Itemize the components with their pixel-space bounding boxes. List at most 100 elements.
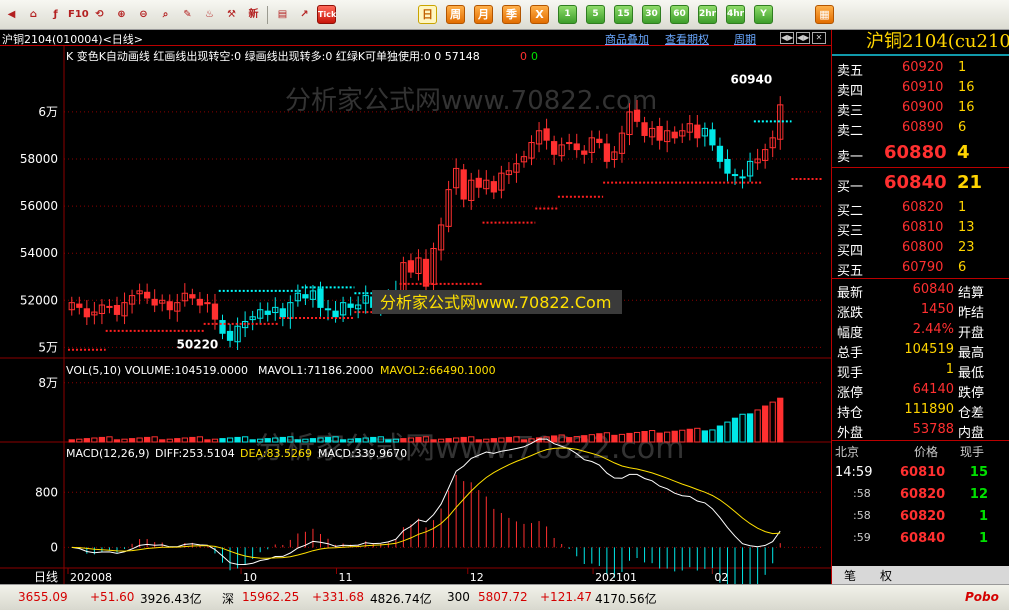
volume-bar [355,438,362,443]
period-link[interactable]: 周期 [734,31,756,47]
period-button-8[interactable]: 30 [642,5,661,24]
macd-tick-label: 800 [35,485,58,499]
tick-price: 60820 [900,487,946,502]
zoom-in-icon[interactable]: ⊕ [112,5,131,24]
zoom-out-icon[interactable]: ⊖ [134,5,153,24]
function-icon[interactable]: ƒ [46,5,65,24]
status-item: +331.68 [312,590,365,604]
vol-tick-label: 8万 [38,376,58,390]
status-item: +121.47 [540,590,593,604]
volume-bar [686,428,693,443]
status-item: 300 [447,590,470,604]
toolbar-separator [267,6,268,24]
candle-body [219,320,226,334]
volume-bar [581,435,588,443]
f10-icon[interactable]: F10 [68,5,89,24]
period-button-7[interactable]: 15 [614,5,633,24]
candle-body [76,303,83,308]
volume-bar [309,438,317,443]
ask-row: 卖三 60900 16 [832,98,1009,119]
period-button-3[interactable]: 季 [502,5,521,24]
close-icon[interactable]: ✕ [812,32,826,44]
divider [832,278,1009,279]
candle-body [581,150,588,155]
stat-row: 持仓 111890 仓差 [832,400,1009,421]
overlay-link[interactable]: 商品叠加 [605,31,649,47]
layout-icon[interactable]: ▦ [815,5,834,24]
prev-arrow-icon[interactable]: ◀▶ [780,32,794,44]
stat-row: 总手 104519 最高 [832,340,1009,361]
period-button-9[interactable]: 60 [670,5,689,24]
period-button-1[interactable]: 周 [446,5,465,24]
stat-label: 现手 [837,366,864,381]
stat-label: 幅度 [837,326,864,341]
symbol-label: 沪铜2104(010004)<日线> [2,33,144,46]
ask-row: 卖五 60920 1 [832,58,1009,79]
futures-link[interactable]: 查看期权 [665,31,709,47]
candle-body [566,142,573,145]
candle-body [317,288,324,308]
index-status-bar: 3655.09 +51.60 3926.43亿 深 15962.25 +331.68 482… [0,584,1009,610]
x-axis-label: 日线 [34,570,58,584]
draw-icon[interactable]: ✎ [178,5,197,24]
candle-body [83,308,90,318]
tick-qty: 12 [969,487,988,502]
y-tick-label: 5万 [38,340,58,354]
row-label: 卖二 [837,124,864,139]
volume-bar [219,438,226,443]
quote-panel: 沪铜2104(cu2104) 卖五609201卖四6091016卖三609001… [831,30,1009,584]
period-button-6[interactable]: 5 [586,5,605,24]
period-button-10[interactable]: 2hr [698,5,717,24]
candle-body [475,177,482,188]
fire-icon[interactable]: ♨ [200,5,219,24]
row-volume: 16 [958,80,975,95]
y-tick-label: 58000 [20,152,58,166]
volume-bar [400,438,407,443]
tab-trades[interactable]: 笔 [844,567,856,584]
tick-icon[interactable]: Tick [317,5,336,24]
candle-body [106,305,113,308]
home-icon[interactable]: ⌂ [24,5,43,24]
period-button-12[interactable]: Y [754,5,773,24]
kline-chart[interactable]: 分析家公式网www.70822.com分析家公式网www.70822.com6万… [0,46,831,584]
period-button-4[interactable]: X [530,5,549,24]
bid-row: 买三 60810 13 [832,218,1009,239]
volume-bar [339,439,347,443]
kline-title-red: 0 [520,50,527,63]
search-icon[interactable]: ⌕ [156,5,175,24]
row-price: 60800 [902,240,944,255]
period-button-2[interactable]: 月 [474,5,493,24]
candle-body [113,304,121,315]
trend-icon[interactable]: ↗ [295,5,314,24]
report-icon[interactable]: ▤ [273,5,292,24]
stat-label-2: 内盘 [958,426,985,441]
tick-qty: 1 [978,531,988,546]
next-arrow-icon[interactable]: ◀▶ [796,32,810,44]
tick-time: :58 [853,487,871,500]
row-label: 卖一 [837,150,864,165]
stat-row: 外盘 53788 内盘 [832,420,1009,441]
candle-body [694,124,701,139]
tab-rights[interactable]: 权 [880,567,892,584]
volume-bar [701,430,709,443]
refresh-icon[interactable]: ⟲ [90,5,109,24]
wrench-icon[interactable]: ⚒ [222,5,241,24]
back-icon[interactable]: ◀ [2,5,21,24]
vol-mavol1: MAVOL1:71186.2000 [258,364,374,377]
volume-bar [746,413,754,443]
period-button-11[interactable]: 4hr [726,5,745,24]
status-item: 3655.09 [18,590,68,604]
period-button-5[interactable]: 1 [558,5,577,24]
contract-title: 沪铜2104(cu2104) [832,30,1009,56]
x-tick-label: 11 [339,571,353,584]
new-icon[interactable]: 新 [244,5,263,24]
stat-value: 111890 [904,402,954,417]
candle-body [151,298,158,306]
x-tick-label: 12 [470,571,484,584]
candle-body [422,258,430,287]
y-tick-label: 6万 [38,105,58,119]
period-button-0[interactable]: 日 [418,5,437,24]
macd-diff: DIFF:253.5104 [155,447,235,460]
stat-row: 幅度 2.44% 开盘 [832,320,1009,341]
candle-body [641,122,648,136]
